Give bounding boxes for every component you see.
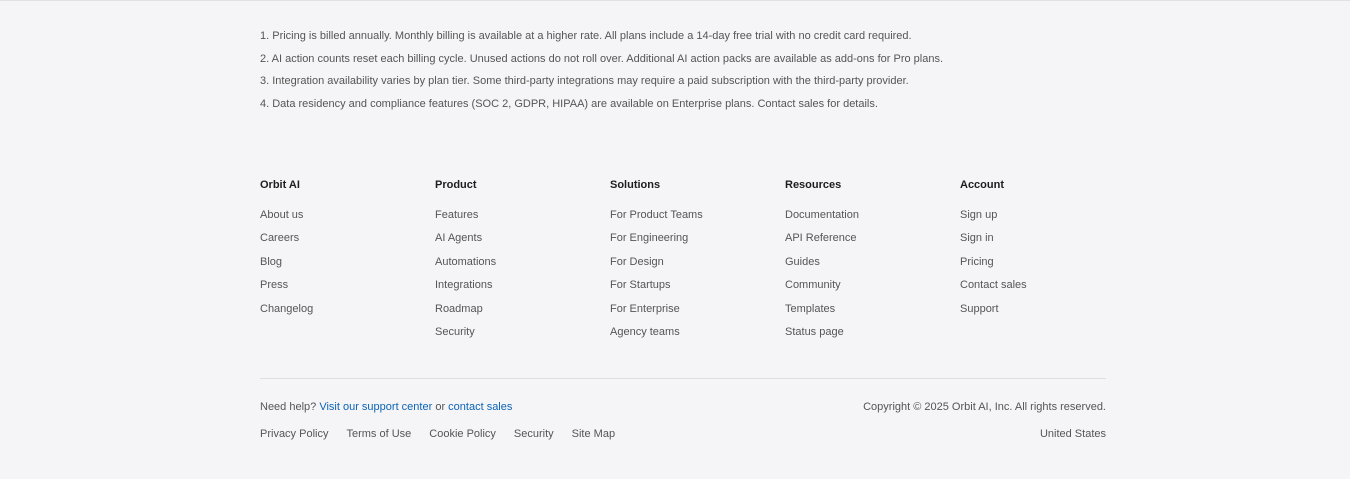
footer-link-enterprise[interactable]: For Enterprise <box>610 302 785 317</box>
copyright-text: Copyright © 2025 Orbit AI, Inc. All righ… <box>863 401 1106 413</box>
footer-column-company: Orbit AI About us Careers Blog Press Cha… <box>260 178 435 348</box>
footer-link-changelog[interactable]: Changelog <box>260 302 435 317</box>
cookie-policy-link[interactable]: Cookie Policy <box>429 427 496 442</box>
footer-link-community[interactable]: Community <box>785 278 960 293</box>
column-title: Orbit AI <box>260 179 300 191</box>
footer-link-features[interactable]: Features <box>435 208 610 223</box>
footer-link-security[interactable]: Security <box>435 325 610 340</box>
footer-link-blog[interactable]: Blog <box>260 255 435 270</box>
footer-link-templates[interactable]: Templates <box>785 302 960 317</box>
footer-link-sign-up[interactable]: Sign up <box>960 208 1135 223</box>
region-selector[interactable]: United States <box>1040 427 1106 442</box>
footer-link-ai-agents[interactable]: AI Agents <box>435 231 610 246</box>
column-title: Resources <box>785 179 842 191</box>
support-center-link[interactable]: Visit our support center <box>319 401 432 413</box>
footer-column-resources: Resources Documentation API Reference Gu… <box>785 178 960 348</box>
footer-link-pricing[interactable]: Pricing <box>960 255 1135 270</box>
footer-link-engineering[interactable]: For Engineering <box>610 231 785 246</box>
footer-link-roadmap[interactable]: Roadmap <box>435 302 610 317</box>
help-prefix: Need help? <box>260 401 317 413</box>
footnotes: 1. Pricing is billed annually. Monthly b… <box>260 29 1106 120</box>
footer-link-startups[interactable]: For Startups <box>610 278 785 293</box>
column-title: Solutions <box>610 179 661 191</box>
legal-links: Privacy Policy Terms of Use Cookie Polic… <box>260 427 633 442</box>
footnote-1: 1. Pricing is billed annually. Monthly b… <box>260 30 912 42</box>
footer-link-agency-teams[interactable]: Agency teams <box>610 325 785 340</box>
footer-column-solutions: Solutions For Product Teams For Engineer… <box>610 178 785 348</box>
site-map-link[interactable]: Site Map <box>572 427 615 442</box>
security-link[interactable]: Security <box>514 427 554 442</box>
footer-link-design[interactable]: For Design <box>610 255 785 270</box>
footer-link-contact-sales[interactable]: Contact sales <box>960 278 1135 293</box>
footer-link-press[interactable]: Press <box>260 278 435 293</box>
footer-link-guides[interactable]: Guides <box>785 255 960 270</box>
footer-legal-row: Privacy Policy Terms of Use Cookie Polic… <box>260 427 1106 442</box>
footer-help-row: Need help? Visit our support center or c… <box>260 400 1106 415</box>
footnote-4: 4. Data residency and compliance feature… <box>260 98 878 111</box>
footnote-3: 3. Integration availability varies by pl… <box>260 75 909 88</box>
footer-columns: Orbit AI About us Careers Blog Press Cha… <box>260 178 1106 348</box>
privacy-policy-link[interactable]: Privacy Policy <box>260 427 328 442</box>
footer-link-documentation[interactable]: Documentation <box>785 208 960 223</box>
column-title: Account <box>960 179 1004 191</box>
footer-link-about-us[interactable]: About us <box>260 208 435 223</box>
footer-link-status-page[interactable]: Status page <box>785 325 960 340</box>
top-divider <box>0 0 1350 1</box>
footnote-2: 2. AI action counts reset each billing c… <box>260 52 944 65</box>
footer-column-account: Account Sign up Sign in Pricing Contact … <box>960 178 1135 348</box>
column-title: Product <box>435 179 477 191</box>
terms-of-use-link[interactable]: Terms of Use <box>346 427 411 442</box>
footer-link-automations[interactable]: Automations <box>435 255 610 270</box>
footer-link-sign-in[interactable]: Sign in <box>960 231 1135 246</box>
footer-link-api-reference[interactable]: API Reference <box>785 231 960 246</box>
footer-link-integrations[interactable]: Integrations <box>435 278 610 293</box>
footer-link-careers[interactable]: Careers <box>260 231 435 246</box>
footer-divider <box>260 378 1106 379</box>
help-text: Need help? Visit our support center or c… <box>260 400 512 415</box>
help-or: or <box>435 401 446 413</box>
footer-column-product: Product Features AI Agents Automations I… <box>435 178 610 348</box>
contact-sales-link[interactable]: contact sales <box>448 401 512 413</box>
footer-link-product-teams[interactable]: For Product Teams <box>610 208 785 223</box>
footer-link-support[interactable]: Support <box>960 302 1135 317</box>
